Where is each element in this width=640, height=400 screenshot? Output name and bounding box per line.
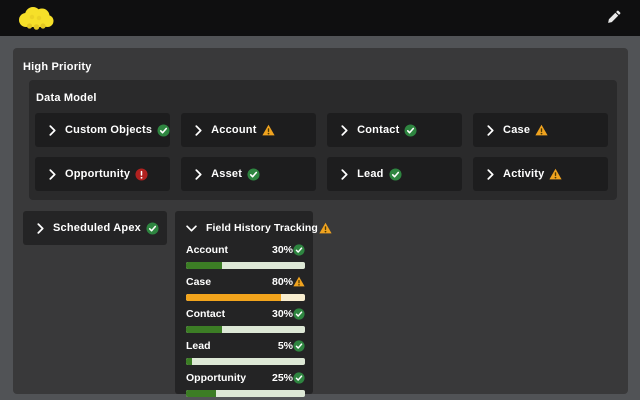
tile-contact[interactable]: Contact <box>327 113 462 147</box>
progress-row-contact: Contact 30% <box>186 307 305 333</box>
data-model-grid: Custom Objects Account Contact Case <box>35 113 608 191</box>
check-circle-icon <box>293 340 305 352</box>
section-title: High Priority <box>23 61 92 73</box>
progress-row-lead: Lead 5% <box>186 339 305 365</box>
tile-label: Case <box>503 124 530 136</box>
tile-label: Custom Objects <box>65 124 152 136</box>
chevron-right-icon <box>341 169 348 180</box>
warning-triangle-icon <box>549 168 562 180</box>
check-circle-icon <box>293 372 305 384</box>
chevron-right-icon <box>37 223 44 234</box>
progress-list: Account 30% Case 80% Contact 30% <box>186 243 305 397</box>
tile-activity[interactable]: Activity <box>473 157 608 191</box>
pencil-icon <box>607 9 622 27</box>
high-priority-panel: High Priority Data Model Custom Objects … <box>13 48 628 394</box>
check-circle-icon <box>247 168 260 181</box>
warning-triangle-icon <box>535 124 548 136</box>
row-percent: 25% <box>272 372 293 384</box>
error-circle-icon <box>135 168 148 181</box>
warning-triangle-icon <box>262 124 275 136</box>
chevron-down-icon <box>186 225 197 232</box>
check-circle-icon <box>157 124 170 137</box>
tile-account[interactable]: Account <box>181 113 316 147</box>
progress-bar <box>186 294 305 301</box>
row-percent: 5% <box>278 340 293 352</box>
check-circle-icon <box>404 124 417 137</box>
row-label: Account <box>186 244 272 256</box>
top-bar <box>0 0 640 36</box>
tile-label: Opportunity <box>65 168 130 180</box>
chevron-right-icon <box>49 169 56 180</box>
warning-triangle-icon <box>319 222 332 234</box>
row-label: Opportunity <box>186 372 272 384</box>
progress-bar <box>186 326 305 333</box>
tile-lead[interactable]: Lead <box>327 157 462 191</box>
cloud-logo-icon <box>16 5 56 31</box>
tile-scheduled-apex[interactable]: Scheduled Apex <box>23 211 167 245</box>
tile-custom-objects[interactable]: Custom Objects <box>35 113 170 147</box>
check-circle-icon <box>293 244 305 256</box>
progress-bar <box>186 358 305 365</box>
edit-button[interactable] <box>605 7 624 29</box>
chevron-right-icon <box>341 125 348 136</box>
progress-row-opportunity: Opportunity 25% <box>186 371 305 397</box>
row-percent: 80% <box>272 276 293 288</box>
field-history-tracking-header[interactable]: Field History Tracking <box>186 221 305 235</box>
tile-label: Scheduled Apex <box>53 222 141 234</box>
tile-opportunity[interactable]: Opportunity <box>35 157 170 191</box>
progress-bar <box>186 390 305 397</box>
tile-label: Lead <box>357 168 383 180</box>
chevron-right-icon <box>195 169 202 180</box>
tile-label: Activity <box>503 168 544 180</box>
data-model-panel: Data Model Custom Objects Account Contac… <box>29 80 617 200</box>
field-history-tracking-panel: Field History Tracking Account 30% Case … <box>175 211 313 394</box>
progress-bar <box>186 262 305 269</box>
chevron-right-icon <box>487 125 494 136</box>
tile-label: Account <box>211 124 256 136</box>
panel-title: Field History Tracking <box>206 222 318 234</box>
progress-row-case: Case 80% <box>186 275 305 301</box>
progress-row-account: Account 30% <box>186 243 305 269</box>
check-circle-icon <box>293 308 305 320</box>
tile-label: Contact <box>357 124 399 136</box>
chevron-right-icon <box>487 169 494 180</box>
row-percent: 30% <box>272 308 293 320</box>
chevron-right-icon <box>195 125 202 136</box>
tile-asset[interactable]: Asset <box>181 157 316 191</box>
tile-case[interactable]: Case <box>473 113 608 147</box>
tile-label: Asset <box>211 168 242 180</box>
row-percent: 30% <box>272 244 293 256</box>
data-model-title: Data Model <box>36 92 97 104</box>
warning-triangle-icon <box>293 276 305 287</box>
check-circle-icon <box>389 168 402 181</box>
row-label: Case <box>186 276 272 288</box>
check-circle-icon <box>146 222 159 235</box>
row-label: Lead <box>186 340 278 352</box>
row-label: Contact <box>186 308 272 320</box>
chevron-right-icon <box>49 125 56 136</box>
